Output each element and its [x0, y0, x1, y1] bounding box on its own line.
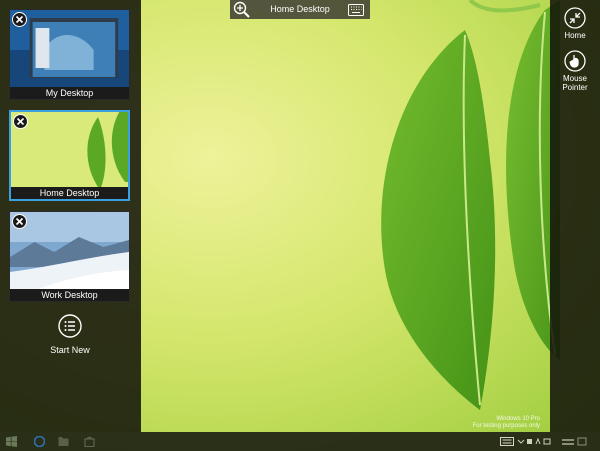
zoom-button[interactable] — [233, 1, 251, 19]
start-new-label: Start New — [50, 345, 90, 355]
keyboard-icon — [348, 4, 364, 16]
list-icon — [58, 314, 82, 338]
clock-area[interactable] — [560, 436, 590, 447]
session-label-my-desktop: My Desktop — [10, 87, 129, 99]
system-tray-icons[interactable] — [517, 436, 553, 447]
windows-watermark: Windows 10 Pro For testing purposes only — [473, 416, 540, 430]
file-explorer-icon[interactable] — [58, 436, 69, 447]
windows-start-icon[interactable] — [6, 436, 17, 447]
home-desktop-preview — [11, 112, 128, 192]
store-icon[interactable] — [84, 436, 95, 447]
my-desktop-preview — [10, 10, 129, 90]
mouse-pointer-label-line1: Mouse — [562, 74, 587, 83]
close-session-home-desktop-button[interactable] — [13, 114, 28, 129]
remote-desktop-screen: Windows 10 Pro For testing purposes only… — [0, 0, 600, 451]
close-icon — [16, 117, 25, 126]
close-icon — [15, 217, 24, 226]
mouse-pointer-label-line2: Pointer — [562, 83, 588, 92]
close-session-work-desktop-button[interactable] — [12, 214, 27, 229]
session-thumbnail-work-desktop[interactable]: Work Desktop — [9, 211, 130, 302]
session-thumbnail-my-desktop[interactable]: My Desktop — [9, 9, 130, 100]
mouse-pointer-button[interactable]: Mouse Pointer — [550, 50, 600, 92]
home-label: Home — [564, 31, 586, 40]
watermark-line-2: For testing purposes only — [472, 423, 540, 429]
session-thumbnail-home-desktop[interactable]: Home Desktop — [9, 110, 130, 201]
keyboard-button[interactable] — [348, 3, 364, 16]
hand-pointer-icon — [564, 50, 586, 72]
session-label-home-desktop: Home Desktop — [11, 187, 128, 199]
home-collapse-icon — [564, 7, 586, 29]
start-new-button[interactable]: Start New — [40, 314, 100, 355]
close-session-my-desktop-button[interactable] — [12, 12, 27, 27]
home-button[interactable]: Home — [550, 7, 600, 40]
close-icon — [15, 15, 24, 24]
zoom-in-icon — [233, 1, 250, 18]
edge-browser-icon[interactable] — [34, 436, 45, 447]
work-desktop-preview — [10, 212, 129, 292]
right-action-panel: Home Mouse Pointer — [550, 0, 600, 432]
watermark-line-1: Windows 10 Pro — [496, 416, 540, 422]
session-toolbar: Home Desktop — [230, 0, 370, 19]
sessions-panel: My Desktop Home Desktop Work Desktop Sta… — [0, 0, 141, 432]
touch-keyboard-icon[interactable] — [500, 436, 514, 447]
windows-taskbar — [0, 432, 600, 451]
session-label-work-desktop: Work Desktop — [10, 289, 129, 301]
